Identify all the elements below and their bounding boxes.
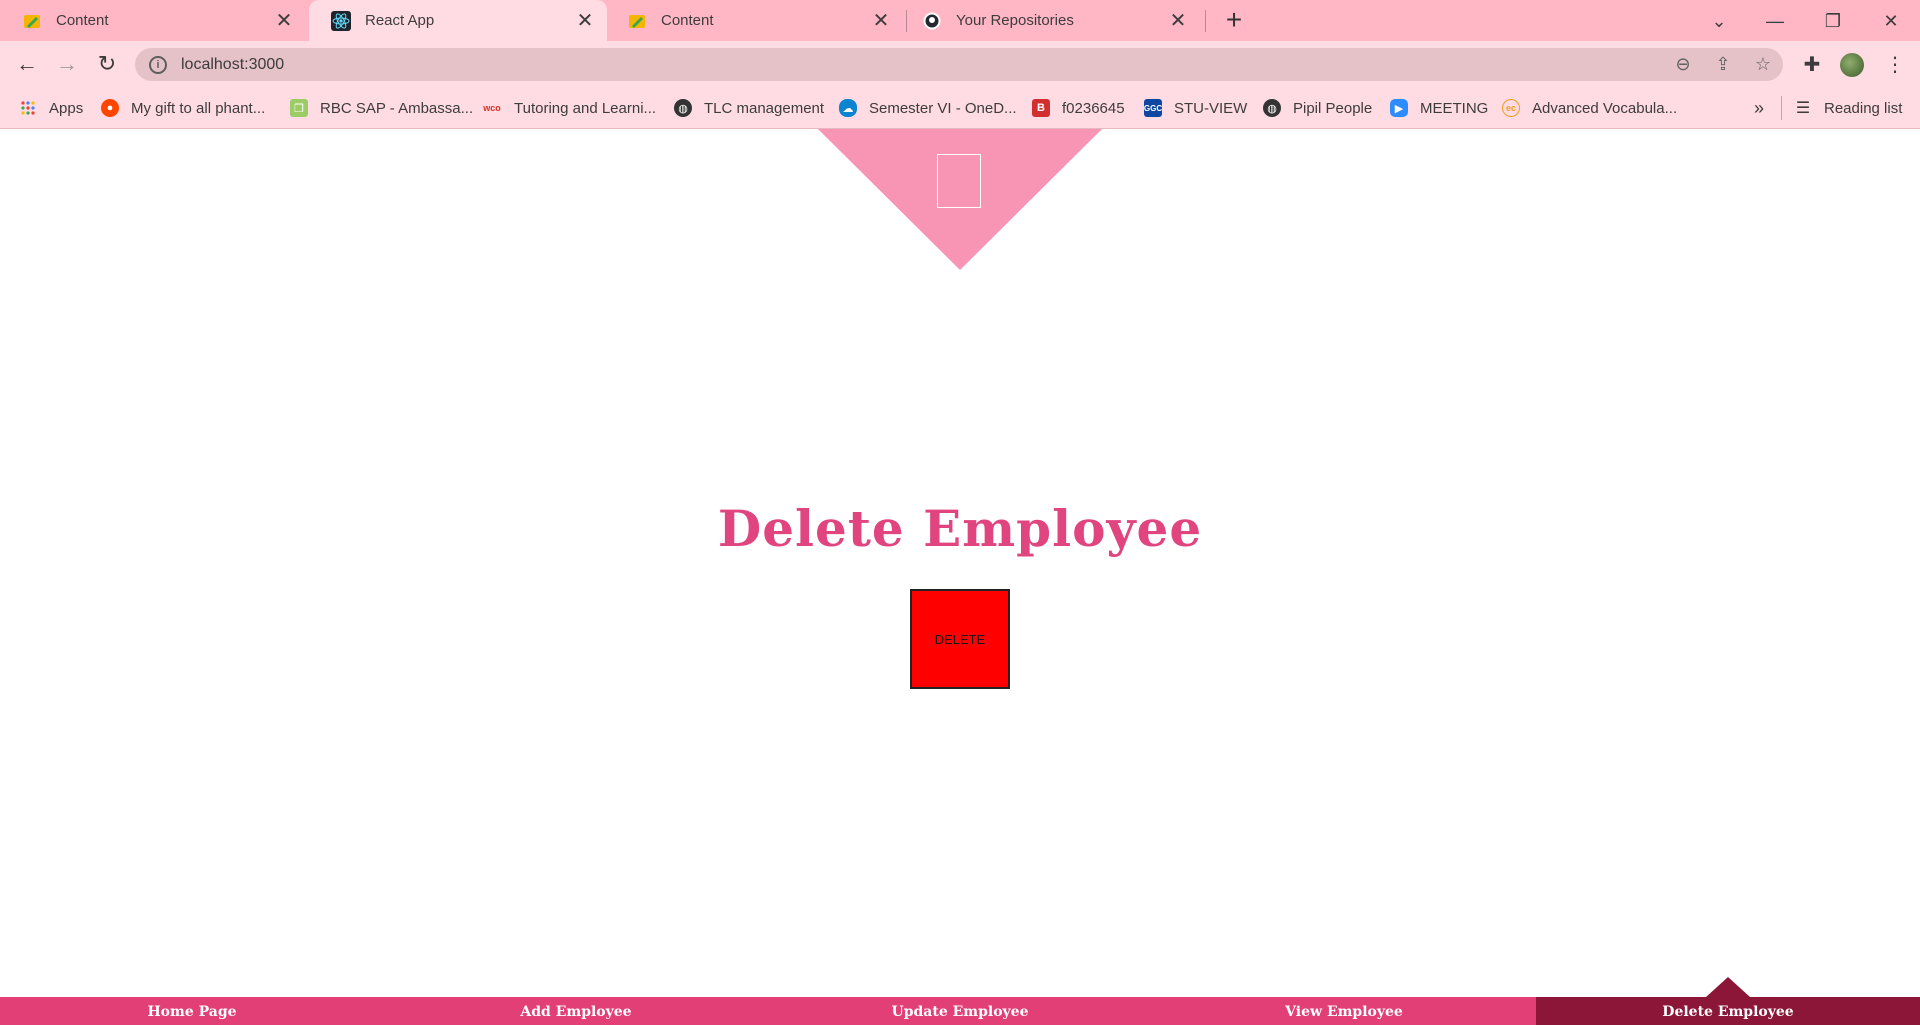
url-text[interactable]: localhost:3000: [181, 56, 1663, 74]
bookmark-semester[interactable]: ☁ Semester VI - OneD...: [839, 88, 1017, 128]
tab-strip: Content ✕ React App ✕ Content ✕ Your Rep…: [0, 0, 1920, 41]
reading-list-icon: ☰: [1795, 100, 1811, 117]
reading-list-button[interactable]: ☰ Reading list: [1794, 88, 1903, 128]
tab-separator: [1205, 10, 1206, 32]
tab-content-2[interactable]: Content ✕: [605, 0, 903, 41]
bookmark-label: Advanced Vocabula...: [1532, 99, 1678, 117]
bookmark-apps[interactable]: Apps: [19, 88, 83, 128]
close-icon[interactable]: ✕: [575, 11, 595, 31]
back-icon[interactable]: ←: [12, 49, 42, 79]
bookmark-label: RBC SAP - Ambassa...: [320, 99, 474, 117]
tab-your-repositories[interactable]: Your Repositories ✕: [900, 0, 1200, 41]
close-icon[interactable]: ✕: [871, 11, 891, 31]
page-title: Delete Employee: [717, 499, 1203, 558]
bookmark-tlc[interactable]: ◍ TLC management: [674, 88, 824, 128]
tab-content-1[interactable]: Content ✕: [0, 0, 306, 41]
zoom-icon: ▶: [1390, 99, 1408, 117]
nav-delete-employee[interactable]: Delete Employee: [1536, 997, 1920, 1025]
bookmark-advanced-vocab[interactable]: ec Advanced Vocabula...: [1502, 88, 1677, 128]
onedrive-icon: ☁: [839, 99, 857, 117]
nav-add-employee[interactable]: Add Employee: [384, 997, 768, 1025]
react-icon: [331, 10, 351, 31]
tab-react-app[interactable]: React App ✕: [309, 0, 607, 41]
bookmark-tutoring[interactable]: wco Tutoring and Learni...: [482, 88, 656, 128]
bookmark-f0236645[interactable]: B f0236645: [1032, 88, 1125, 128]
bookmark-label: Apps: [49, 99, 84, 117]
site-info-icon[interactable]: i: [149, 55, 167, 74]
profile-avatar[interactable]: [1840, 53, 1864, 77]
reddit-icon: ●: [101, 99, 119, 117]
bookmark-label: My gift to all phant...: [131, 99, 266, 117]
bottom-navigation: Home Page Add Employee Update Employee V…: [0, 997, 1920, 1025]
bookmark-meeting[interactable]: ▶ MEETING: [1390, 88, 1488, 128]
bookmark-pipil-people[interactable]: ◍ Pipil People: [1263, 88, 1372, 128]
globe-icon: ◍: [674, 99, 692, 117]
extensions-puzzle-icon[interactable]: ✚: [1797, 50, 1827, 80]
bookmark-separator: [1781, 96, 1782, 120]
ggc-icon: GGC: [1144, 99, 1162, 117]
globe-icon: ◍: [1263, 99, 1281, 117]
menu-kebab-icon[interactable]: ⋮: [1880, 50, 1910, 80]
active-nav-caret: [1706, 977, 1750, 997]
tab-title: Your Repositories: [956, 12, 1074, 29]
bookmark-label: MEETING: [1420, 99, 1489, 117]
bookmarks-bar: Apps ● My gift to all phant... ❐ RBC SAP…: [0, 88, 1920, 129]
nav-home-page[interactable]: Home Page: [0, 997, 384, 1025]
ec-icon: ec: [1502, 99, 1520, 117]
page-viewport: Delete Employee DELETE Home Page Add Emp…: [0, 129, 1920, 1025]
bookmark-label: STU-VIEW: [1174, 99, 1248, 117]
bookmark-reddit[interactable]: ● My gift to all phant...: [101, 88, 265, 128]
close-icon[interactable]: ✕: [274, 11, 294, 31]
zoom-icon[interactable]: ⊖: [1663, 54, 1703, 75]
share-icon[interactable]: ⇪: [1703, 54, 1743, 75]
bookmark-label: Pipil People: [1293, 99, 1373, 117]
logo-box-icon: [937, 154, 981, 208]
bookmark-rbc-sap[interactable]: ❐ RBC SAP - Ambassa...: [290, 88, 473, 128]
wco-icon: wco: [483, 103, 501, 113]
github-icon: [922, 11, 942, 31]
bookmark-stu-view[interactable]: GGC STU-VIEW: [1144, 88, 1247, 128]
apps-grid-icon: [19, 99, 37, 117]
address-bar[interactable]: i localhost:3000 ⊖ ⇪ ☆: [135, 48, 1783, 81]
bookmark-label: Semester VI - OneD...: [869, 99, 1017, 117]
pencil-folder-icon: [22, 11, 42, 31]
reading-list-label: Reading list: [1824, 99, 1903, 117]
delete-button[interactable]: DELETE: [910, 589, 1010, 689]
restore-icon[interactable]: ❐: [1818, 6, 1848, 36]
tab-title: Content: [661, 12, 714, 29]
nav-view-employee[interactable]: View Employee: [1152, 997, 1536, 1025]
bookmark-star-icon[interactable]: ☆: [1743, 54, 1783, 75]
bookmark-label: f0236645: [1062, 99, 1125, 117]
nav-update-employee[interactable]: Update Employee: [768, 997, 1152, 1025]
tab-title: Content: [56, 12, 109, 29]
more-bookmarks-chevron-icon[interactable]: »: [1754, 88, 1764, 128]
browser-toolbar: ← → ↻ i localhost:3000 ⊖ ⇪ ☆ ✚ ⋮: [0, 41, 1920, 88]
pencil-folder-icon: [627, 11, 647, 31]
reload-icon[interactable]: ↻: [92, 49, 122, 79]
tab-search-chevron-icon[interactable]: ⌄: [1704, 6, 1734, 36]
forward-icon[interactable]: →: [52, 49, 82, 79]
bookmark-label: TLC management: [704, 99, 825, 117]
chat-bubbles-icon: ❐: [290, 99, 308, 117]
tab-title: React App: [365, 12, 435, 29]
bookmark-label: Tutoring and Learni...: [514, 99, 657, 117]
minimize-icon[interactable]: —: [1760, 6, 1790, 36]
b-icon: B: [1032, 99, 1050, 117]
new-tab-button[interactable]: +: [1220, 6, 1248, 35]
close-window-icon[interactable]: ✕: [1876, 6, 1906, 36]
close-icon[interactable]: ✕: [1168, 11, 1188, 31]
browser-chrome: Content ✕ React App ✕ Content ✕ Your Rep…: [0, 0, 1920, 129]
